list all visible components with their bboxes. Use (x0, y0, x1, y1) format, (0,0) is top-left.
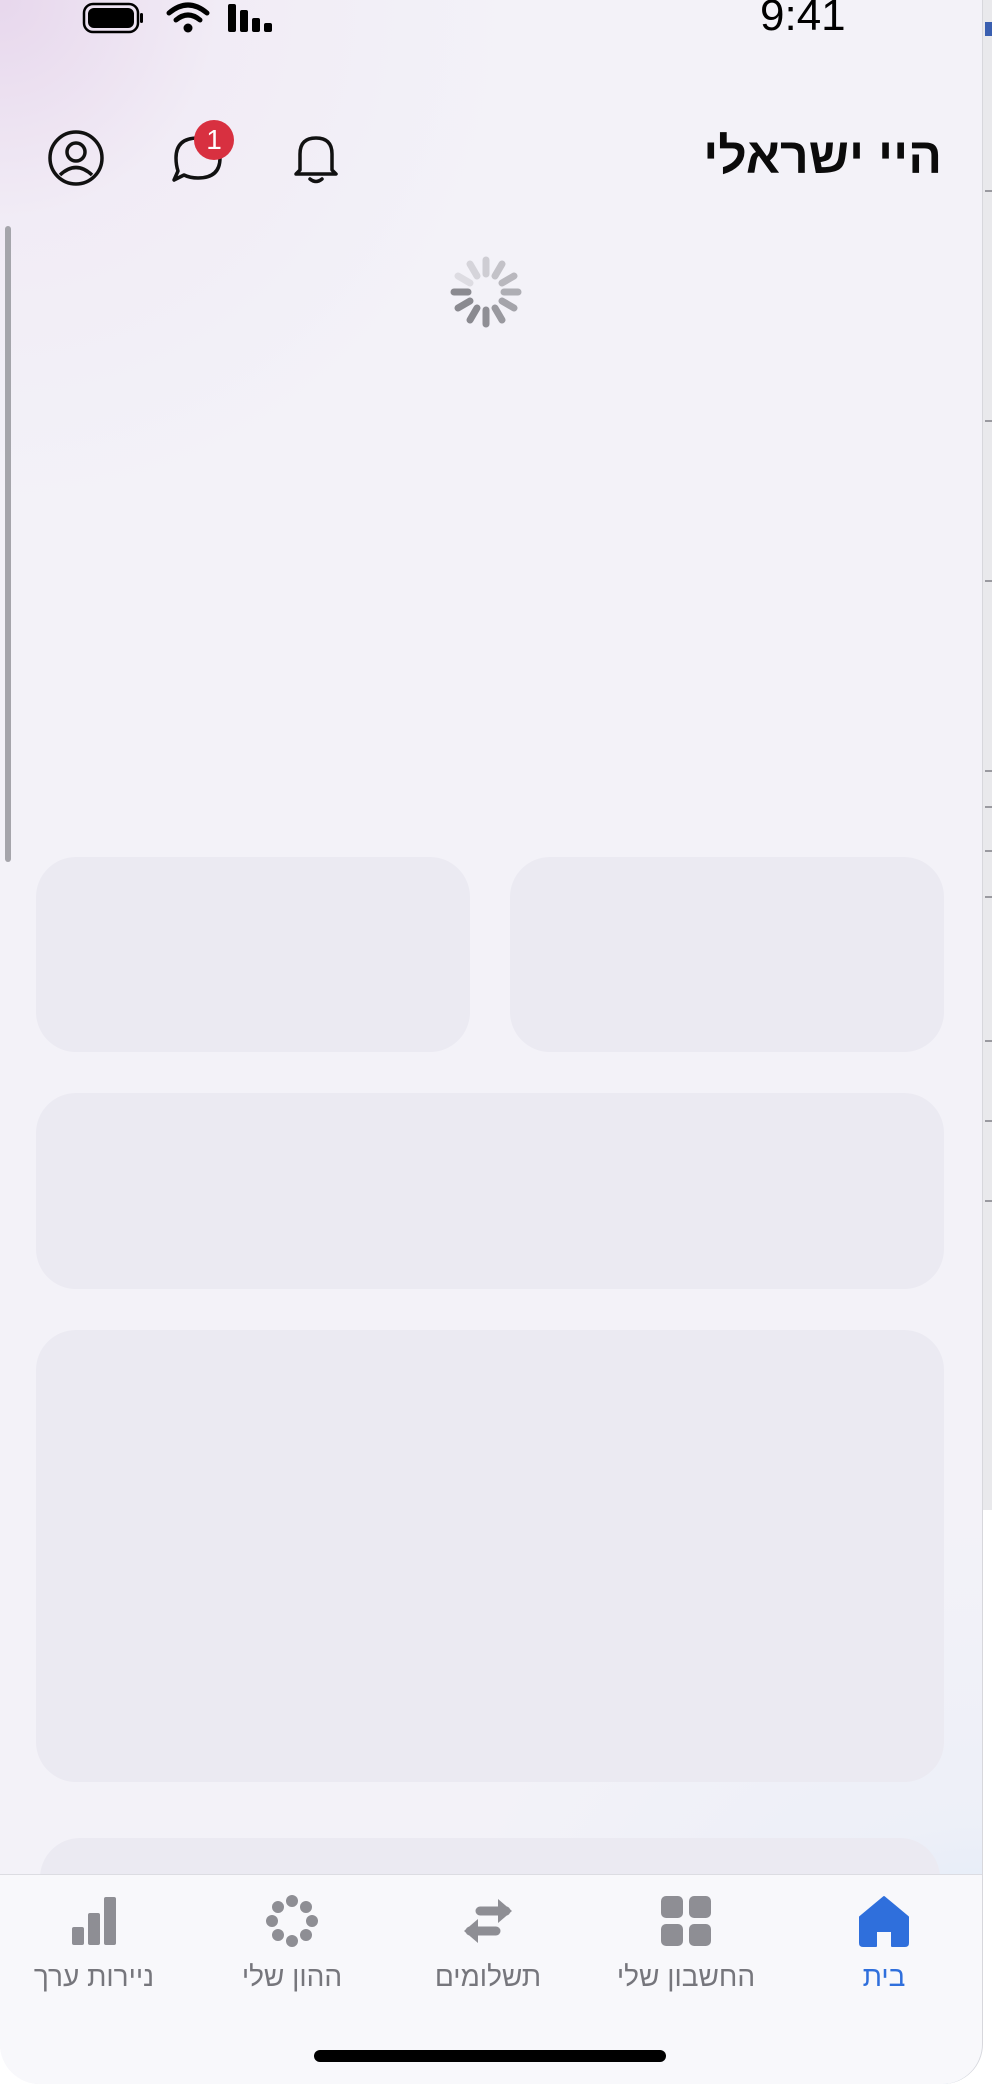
background-mark (985, 1040, 992, 1042)
tab-label: ניירות ערך (33, 1961, 155, 1992)
status-bar: 9:41 (0, 0, 982, 40)
cellular-signal-icon (228, 4, 272, 32)
background-mark (985, 850, 992, 852)
background-mark (985, 1120, 992, 1122)
tab-label: תשלומים (434, 1961, 542, 1992)
profile-circle-icon[interactable] (46, 128, 106, 188)
chat-badge: 1 (194, 120, 234, 160)
background-mark (985, 190, 992, 192)
app-screen: 9:41 היי ישראלי 1 ניירות ערך ההון שלי תש… (0, 0, 982, 2084)
tab-my-account[interactable]: החשבון שלי (588, 1893, 784, 2003)
scroll-indicator[interactable] (5, 226, 11, 862)
background-mark (985, 806, 992, 808)
background-mark (985, 896, 992, 898)
grid-squares-icon (661, 1896, 711, 1946)
tab-my-wealth[interactable]: ההון שלי (194, 1893, 390, 2003)
tab-home[interactable]: בית (786, 1893, 982, 2003)
tab-label: בית (862, 1961, 906, 1992)
bar-chart-icon (72, 1897, 116, 1945)
skeleton-card-small-right (510, 857, 944, 1052)
tab-securities[interactable]: ניירות ערך (0, 1893, 192, 2003)
battery-full-icon (82, 2, 143, 34)
wifi-icon (166, 2, 210, 33)
status-time: 9:41 (760, 0, 846, 40)
home-indicator[interactable] (314, 2050, 666, 2062)
background-mark (985, 580, 992, 582)
background-window-edge (982, 0, 992, 1510)
activity-spinner-icon (450, 256, 522, 328)
bell-icon[interactable] (286, 128, 346, 188)
background-mark (985, 770, 992, 772)
skeleton-card-large (36, 1330, 944, 1782)
background-mark (985, 1200, 992, 1202)
greeting-title: היי ישראלי (703, 128, 942, 184)
skeleton-card-small-left (36, 857, 470, 1052)
tab-label: החשבון שלי (616, 1961, 756, 1992)
skeleton-card-wide (36, 1093, 944, 1289)
home-icon (859, 1896, 909, 1947)
background-mark (985, 420, 992, 422)
background-mark (985, 22, 992, 36)
dots-ring-icon (266, 1895, 318, 1947)
tab-label: ההון שלי (241, 1961, 343, 1992)
tab-payments[interactable]: תשלומים (390, 1893, 586, 2003)
transfer-arrows-icon (464, 1899, 512, 1943)
